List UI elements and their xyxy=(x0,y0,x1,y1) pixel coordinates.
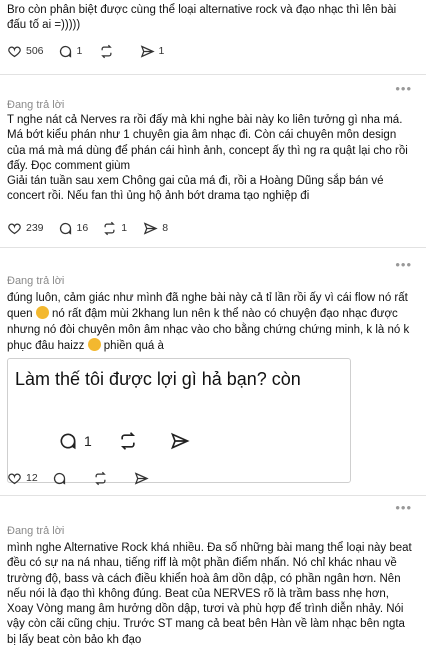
reply-count: 1 xyxy=(76,45,83,57)
share-count: 8 xyxy=(162,222,169,234)
reply-button[interactable]: 1 xyxy=(58,44,85,59)
share-button[interactable]: 1 xyxy=(140,44,167,59)
like-count: 12 xyxy=(26,472,38,484)
post-0-line-2: đấu tố ai =))))) xyxy=(7,19,81,32)
post-3-text: mình nghe Alternative Rock khá nhiều. Đa… xyxy=(7,542,412,646)
share-button[interactable] xyxy=(134,471,161,486)
post-0-line-1: Bro còn phân biệt được cùng thể loại alt… xyxy=(7,4,397,16)
divider xyxy=(0,247,426,248)
post-2-actions: 12 xyxy=(7,470,175,486)
post-2-text-b: nó rất đậm mùi 2khang lun nên k thể nào … xyxy=(7,308,410,352)
comment-icon xyxy=(59,45,71,58)
repost-button[interactable] xyxy=(99,44,126,59)
like-count: 506 xyxy=(26,45,44,57)
repost-icon xyxy=(100,44,112,58)
repost-button[interactable]: 1 xyxy=(102,221,129,236)
repost-icon xyxy=(94,471,106,485)
quoted-post-actions: 1 xyxy=(58,431,222,451)
quoted-reply-button[interactable]: 1 xyxy=(58,431,92,451)
share-count: 1 xyxy=(158,45,165,57)
repost-count: 1 xyxy=(121,222,128,234)
quoted-post-card[interactable]: Làm thế tôi được lợi gì hả bạn? còn 1 xyxy=(7,358,351,483)
divider xyxy=(0,495,426,496)
repost-icon xyxy=(120,432,135,450)
reply-count: 16 xyxy=(76,222,89,234)
repost-button[interactable] xyxy=(93,471,120,486)
post-0-actions: 506 1 1 xyxy=(7,43,181,59)
comment-icon xyxy=(53,472,65,485)
post-1-text: T nghe nát cả Nerves ra rồi đấy mà khi n… xyxy=(7,114,408,203)
replying-label: Đang trả lời xyxy=(7,525,65,537)
like-count: 239 xyxy=(26,222,44,234)
replying-label: Đang trả lời xyxy=(7,275,65,287)
send-icon xyxy=(170,432,190,450)
like-button[interactable]: 239 xyxy=(7,221,44,236)
more-icon[interactable]: ••• xyxy=(395,81,412,96)
replying-label: Đang trả lời xyxy=(7,99,65,111)
smile-emoji-icon xyxy=(35,306,49,320)
heart-icon xyxy=(8,46,21,57)
post-2-text-c: phiền quá à xyxy=(103,339,164,352)
heart-icon xyxy=(8,473,21,484)
quoted-reply-count: 1 xyxy=(84,433,92,449)
tired-emoji-icon xyxy=(87,337,101,351)
quoted-share-button[interactable] xyxy=(170,431,196,451)
more-icon[interactable]: ••• xyxy=(395,257,412,272)
repost-icon xyxy=(104,221,115,235)
send-icon xyxy=(143,221,158,235)
quoted-repost-button[interactable] xyxy=(118,431,144,451)
divider xyxy=(0,74,426,75)
post-0-text: Bro còn phân biệt được cùng thể loại alt… xyxy=(7,3,412,34)
reply-button[interactable] xyxy=(52,471,79,486)
like-button[interactable]: 506 xyxy=(7,44,44,59)
more-icon[interactable]: ••• xyxy=(395,500,412,515)
quoted-post-text: Làm thế tôi được lợi gì hả bạn? còn xyxy=(15,369,301,389)
comment-icon xyxy=(59,222,71,235)
heart-icon xyxy=(8,223,21,234)
send-icon xyxy=(140,44,155,58)
comment-icon xyxy=(60,433,76,450)
like-button[interactable]: 12 xyxy=(7,471,38,486)
reply-button[interactable]: 16 xyxy=(58,221,89,236)
send-icon xyxy=(134,471,149,485)
post-1-actions: 239 16 1 8 xyxy=(7,220,184,236)
share-button[interactable]: 8 xyxy=(143,221,170,236)
post-2-text: đúng luôn, cảm giác như mình đã nghe bài… xyxy=(7,291,412,354)
